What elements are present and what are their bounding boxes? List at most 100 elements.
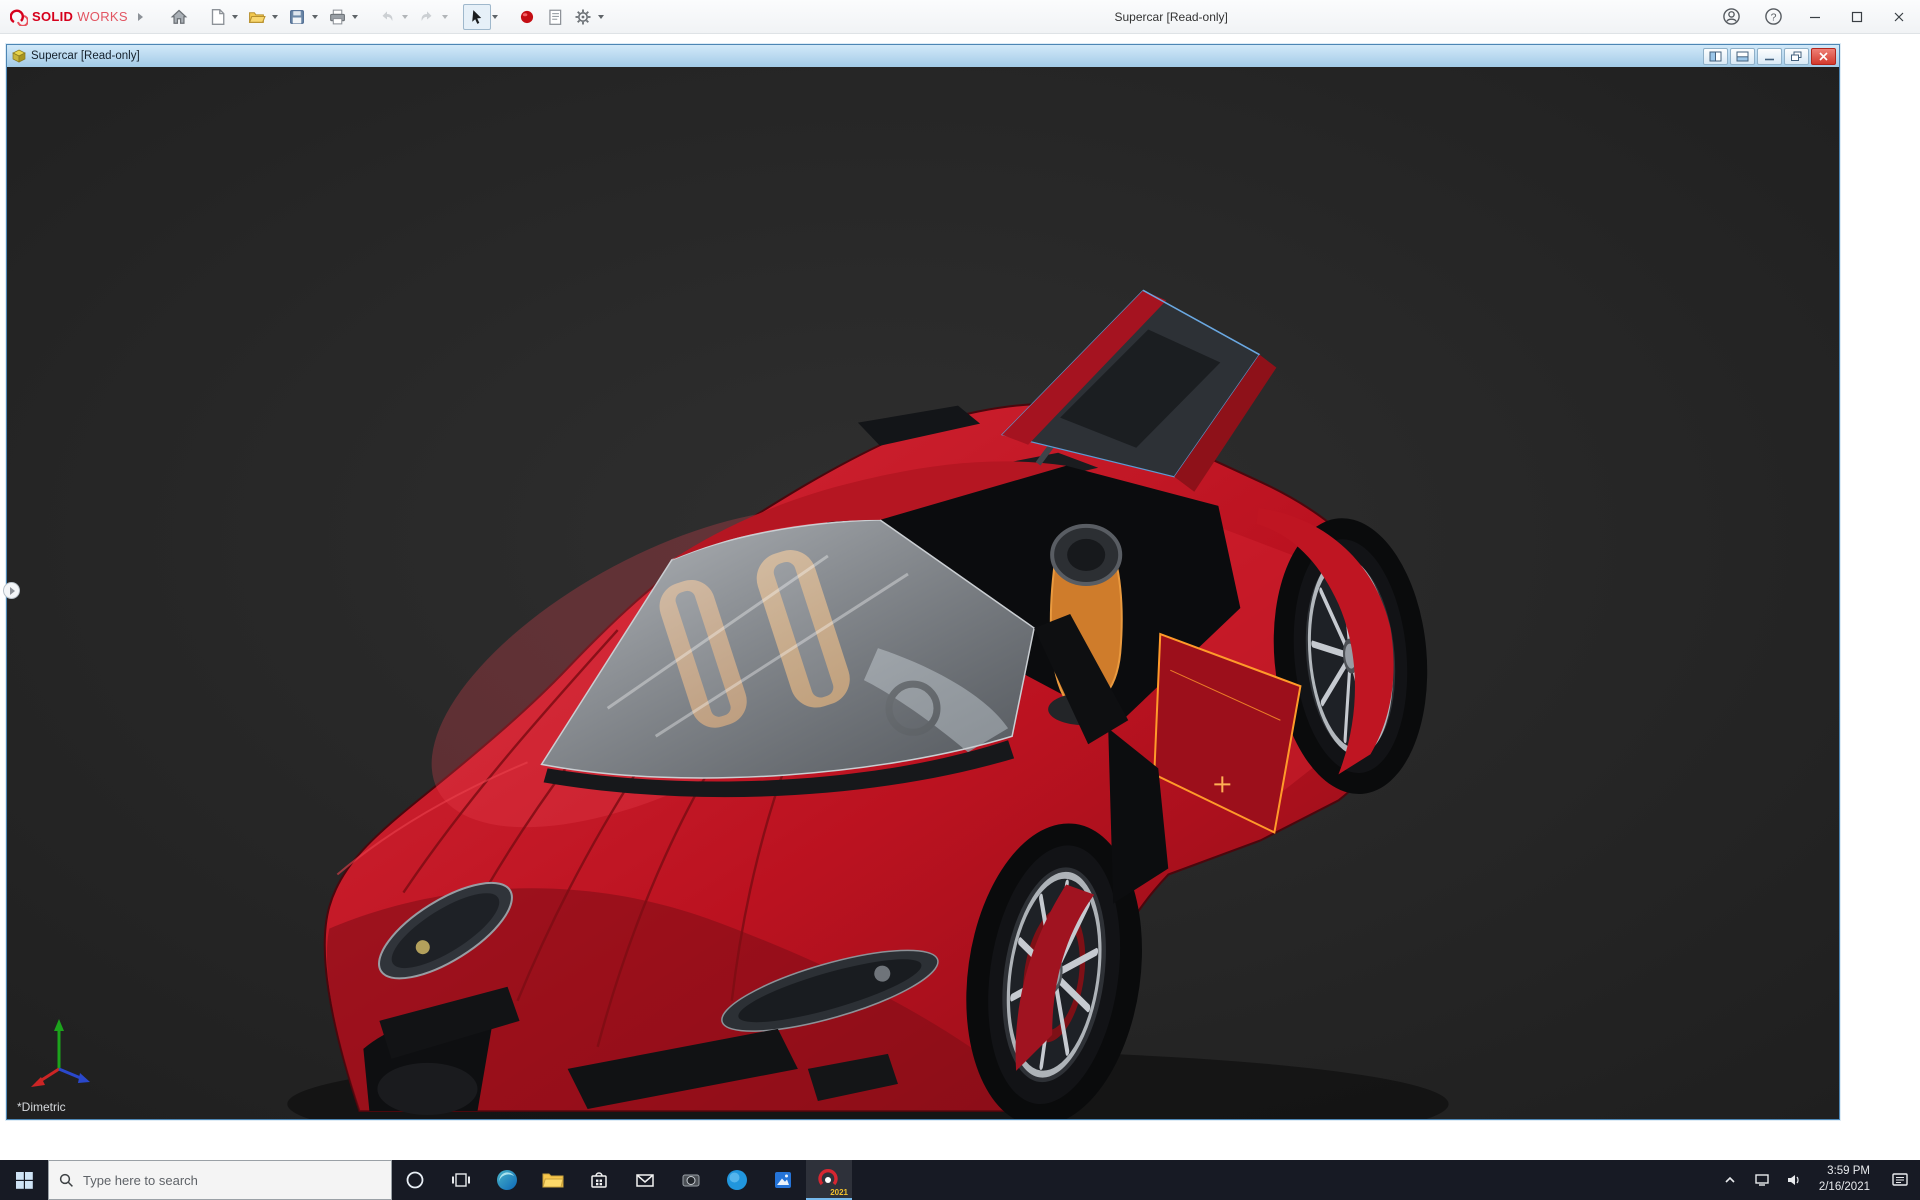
print-button[interactable] [323, 4, 351, 30]
clock-time: 3:59 PM [1827, 1165, 1870, 1178]
mail-icon [636, 1174, 654, 1187]
supercar-3d-model[interactable] [7, 67, 1839, 1119]
minimize-button[interactable] [1794, 0, 1836, 34]
camera-icon [682, 1174, 700, 1187]
doc-split-pane-bottom-button[interactable] [1730, 47, 1755, 65]
brand-flyout-icon[interactable] [137, 12, 143, 21]
action-center-button[interactable] [1880, 1160, 1920, 1200]
search-input[interactable] [83, 1172, 363, 1188]
redo-dropdown[interactable] [441, 14, 448, 19]
taskbar-app-edge-2[interactable] [714, 1160, 760, 1200]
home-button[interactable] [165, 4, 193, 30]
taskbar-app-camera[interactable] [668, 1160, 714, 1200]
undo-button[interactable] [373, 4, 401, 30]
minimize-icon [1810, 16, 1820, 18]
new-document-dropdown[interactable] [231, 14, 238, 19]
doc-split-pane-left-button[interactable] [1703, 47, 1728, 65]
open-folder-icon [248, 11, 266, 23]
save-button[interactable] [283, 4, 311, 30]
help-button[interactable]: ? [1752, 0, 1794, 34]
save-dropdown[interactable] [311, 14, 318, 19]
app-titlebar: SOLID WORKS Supercar [Read-only] ? [0, 0, 1920, 34]
close-button[interactable] [1878, 0, 1920, 34]
volume-icon [1787, 1175, 1799, 1185]
split-pane-bottom-icon [1736, 51, 1749, 61]
network-button[interactable] [1749, 1160, 1775, 1200]
solidworks-version-badge: 2021 [830, 1188, 848, 1197]
store-icon [591, 1172, 607, 1188]
action-center-icon [1892, 1173, 1908, 1186]
network-icon [1755, 1174, 1769, 1186]
options-gear-icon [575, 9, 591, 24]
doc-minimize-button[interactable] [1757, 47, 1782, 65]
window-controls: ? [1710, 0, 1920, 34]
rebuild-button[interactable] [513, 4, 541, 30]
chevron-right-icon [10, 586, 15, 595]
taskbar-app-photos[interactable] [760, 1160, 806, 1200]
taskbar-app-file-explorer[interactable] [530, 1160, 576, 1200]
undo-dropdown[interactable] [401, 14, 408, 19]
document-window-controls [1703, 47, 1836, 65]
document-titlebar[interactable]: Supercar [Read-only] [7, 45, 1839, 67]
select-dropdown[interactable] [491, 14, 498, 19]
clock-date: 2/16/2021 [1818, 1181, 1870, 1193]
maximize-icon [1851, 11, 1863, 22]
solidworks-swoosh-icon [10, 9, 28, 26]
document-title: Supercar [Read-only] [31, 50, 140, 62]
doc-minimize-icon [1765, 58, 1774, 60]
app-window-title: Supercar [Read-only] [1114, 10, 1228, 24]
options-button[interactable] [569, 4, 597, 30]
redo-icon [421, 10, 432, 21]
file-properties-button[interactable] [541, 4, 569, 30]
volume-button[interactable] [1781, 1160, 1807, 1200]
system-tray [1717, 1160, 1807, 1200]
print-dropdown[interactable] [351, 14, 358, 19]
cortana-button[interactable] [392, 1160, 438, 1200]
select-button[interactable] [462, 3, 491, 30]
start-button[interactable] [0, 1160, 48, 1200]
panel-flyout-tab[interactable] [3, 582, 20, 599]
redo-button[interactable] [413, 4, 441, 30]
task-view-button[interactable] [438, 1160, 484, 1200]
view-orientation-label: *Dimetric [17, 1100, 66, 1114]
chevron-up-icon [1725, 1176, 1735, 1183]
home-icon [170, 9, 188, 24]
taskbar-search[interactable] [48, 1160, 392, 1200]
doc-restore-button[interactable] [1784, 47, 1809, 65]
help-icon: ? [1764, 8, 1782, 25]
account-button[interactable] [1710, 0, 1752, 34]
file-explorer-icon [542, 1173, 564, 1188]
doc-close-icon [1819, 51, 1828, 61]
svg-text:?: ? [1770, 11, 1776, 23]
workspace: Supercar [Read-only] *Dimetric [0, 34, 1920, 1160]
undo-icon [382, 10, 393, 21]
search-icon [59, 1173, 73, 1187]
open-button[interactable] [243, 4, 271, 30]
quick-toolbar [165, 3, 609, 30]
tray-expand-button[interactable] [1717, 1160, 1743, 1200]
rebuild-icon [520, 10, 533, 23]
cortana-icon [406, 1171, 424, 1189]
account-icon [1722, 8, 1740, 25]
graphics-viewport[interactable]: *Dimetric [7, 67, 1839, 1119]
options-dropdown[interactable] [597, 14, 604, 19]
assembly-document-icon [12, 49, 26, 63]
taskbar: 2021 3:59 PM [0, 1160, 1920, 1200]
maximize-button[interactable] [1836, 0, 1878, 34]
document-window: Supercar [Read-only] *Dimetric [6, 44, 1840, 1120]
doc-close-button[interactable] [1811, 47, 1836, 65]
taskbar-clock[interactable]: 3:59 PM 2/16/2021 [1819, 1164, 1870, 1195]
orientation-triad [31, 1019, 90, 1087]
brand-works: WORKS [77, 9, 128, 24]
task-view-icon [452, 1173, 470, 1187]
taskbar-app-solidworks[interactable]: 2021 [806, 1160, 852, 1200]
select-arrow-icon [472, 9, 482, 24]
taskbar-app-store[interactable] [576, 1160, 622, 1200]
doc-restore-icon [1791, 51, 1802, 61]
new-document-button[interactable] [203, 4, 231, 30]
windows-logo-icon [15, 1171, 33, 1189]
open-dropdown[interactable] [271, 14, 278, 19]
close-icon [1894, 12, 1904, 21]
taskbar-app-edge[interactable] [484, 1160, 530, 1200]
taskbar-app-mail[interactable] [622, 1160, 668, 1200]
